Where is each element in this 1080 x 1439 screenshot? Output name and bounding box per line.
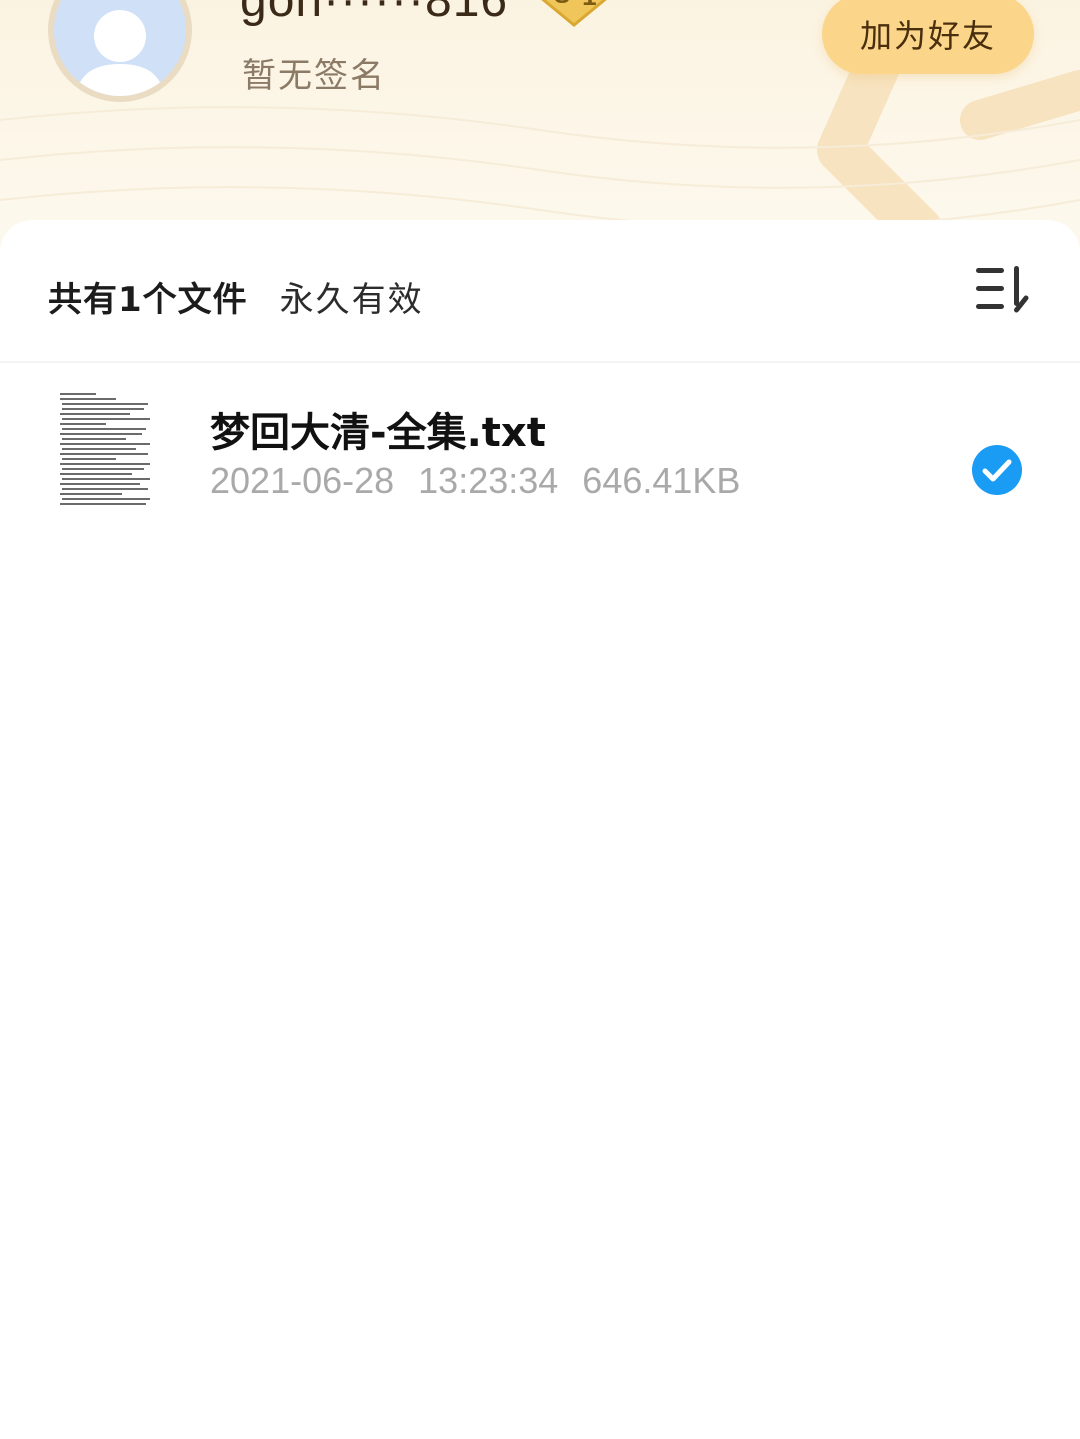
file-name: 梦回大清-全集.txt <box>210 410 546 456</box>
divider <box>0 361 1080 363</box>
selected-check-icon[interactable] <box>971 444 1023 496</box>
text-document-thumbnail <box>56 390 154 508</box>
username-row: gon······816 S 1 <box>240 0 622 30</box>
file-date: 2021-06-28 <box>210 460 395 501</box>
default-avatar-icon <box>54 0 186 96</box>
username: gon······816 <box>240 0 509 27</box>
file-size: 646.41KB <box>582 460 741 501</box>
file-list-item[interactable]: 梦回大清-全集.txt 2021-06-28 13:23:34 646.41KB <box>0 380 1080 520</box>
signature-text: 暂无签名 <box>242 56 386 96</box>
level-number: 1 <box>582 0 596 12</box>
file-meta: 2021-06-28 13:23:34 646.41KB <box>210 460 740 502</box>
add-friend-button[interactable]: 加为好友 <box>822 0 1034 74</box>
file-count-label: 共有1个文件 <box>48 279 248 320</box>
file-time: 13:23:34 <box>418 460 559 501</box>
validity-label: 永久有效 <box>279 279 424 320</box>
avatar[interactable] <box>48 0 192 102</box>
vip-diamond-icon: S 1 <box>524 0 622 29</box>
files-summary: 共有1个文件 永久有效 <box>48 272 424 320</box>
svg-text:S: S <box>554 0 570 9</box>
sort-list-icon[interactable] <box>972 264 1032 314</box>
files-card: 共有1个文件 永久有效 梦回大清-全集.txt 2021-06-28 13:23… <box>0 220 1080 1439</box>
